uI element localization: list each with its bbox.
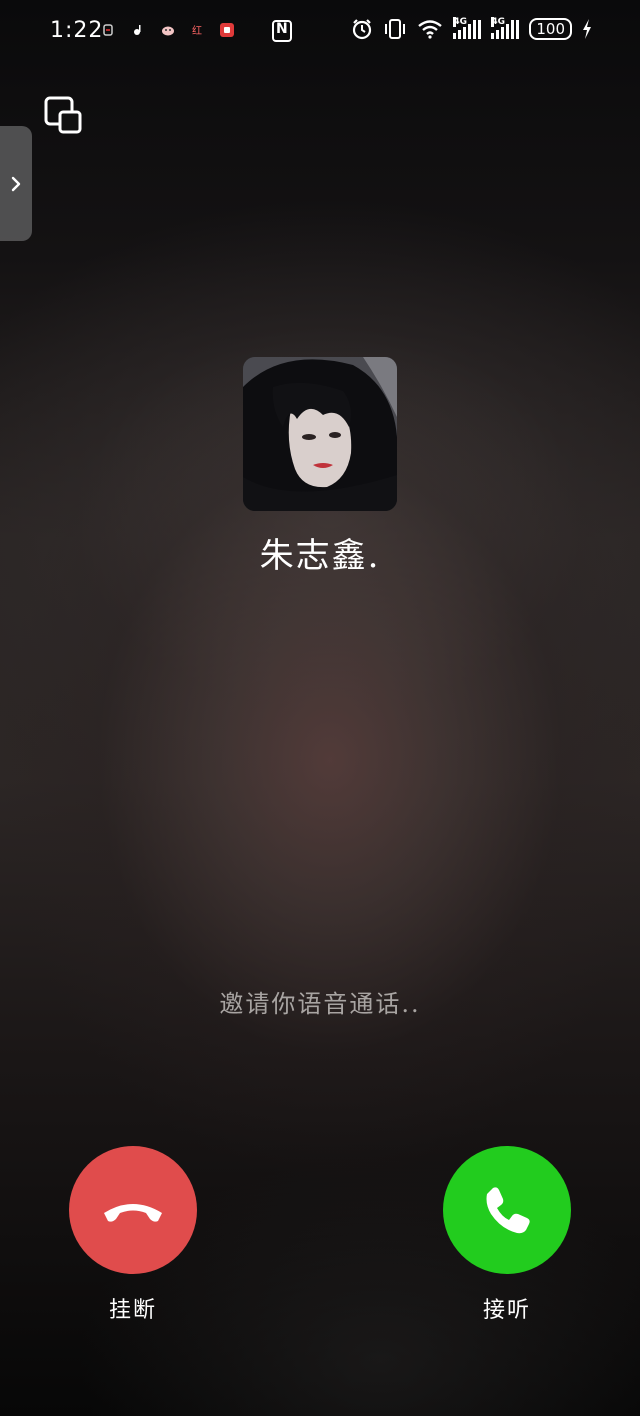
status-right: 4G 4G 100: [351, 17, 592, 40]
notification-app-icon-4: [220, 23, 234, 37]
float-window-icon[interactable]: [44, 96, 84, 136]
nfc-icon: [272, 20, 292, 42]
vibrate-icon: [383, 18, 407, 40]
caller-name: 朱志鑫.: [259, 536, 381, 576]
chevron-right-icon: [11, 176, 21, 191]
caller-avatar: [243, 357, 397, 511]
hangup-button[interactable]: [69, 1146, 197, 1274]
signal-4g-icon-2: 4G: [491, 17, 520, 39]
notification-app-icon-2: [160, 22, 176, 38]
answer-action: 接听: [443, 1146, 571, 1324]
signal-4g-icon: 4G: [453, 17, 482, 39]
tiktok-icon: [130, 22, 146, 38]
battery-indicator: 100: [529, 18, 572, 40]
network-type-label-2: 4G: [491, 17, 506, 27]
status-time: 1:22: [50, 18, 104, 43]
hangup-label: 挂断: [108, 1298, 157, 1323]
notification-app-icon: [100, 22, 116, 38]
answer-label: 接听: [482, 1298, 531, 1323]
phone-answer-icon: [486, 1187, 530, 1234]
hangup-action: 挂断: [69, 1146, 197, 1324]
wifi-icon: [417, 19, 443, 39]
answer-button[interactable]: [443, 1146, 571, 1274]
notification-app-icon-3: 红: [190, 22, 206, 38]
network-type-label: 4G: [453, 17, 468, 27]
charging-icon: [582, 19, 592, 39]
phone-hangup-icon: [104, 1204, 162, 1222]
call-status-text: 邀请你语音通话..: [219, 990, 421, 1018]
side-panel-handle[interactable]: [0, 126, 32, 241]
voice-call-screen: 1:22 红 N 4G 4G 100 朱志鑫. 邀请你语音通话.. 挂断 接听: [0, 0, 640, 1416]
status-bar: 1:22 红 N 4G 4G 100: [0, 0, 640, 64]
alarm-icon: [351, 18, 373, 40]
svg-text:红: 红: [192, 24, 202, 36]
notification-icons: 红: [100, 22, 234, 38]
